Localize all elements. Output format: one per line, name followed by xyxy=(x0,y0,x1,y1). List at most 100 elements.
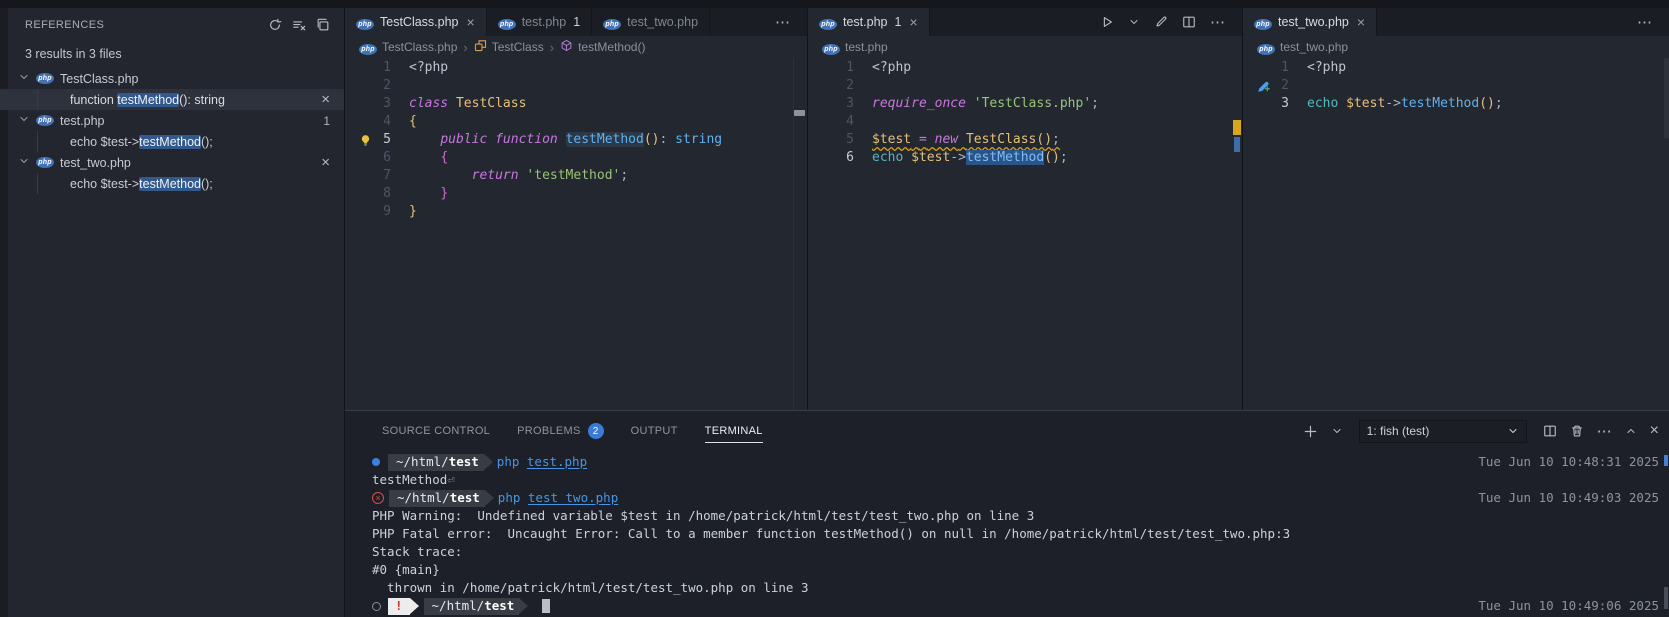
tree-chevron-icon[interactable] xyxy=(18,113,30,128)
terminal-select[interactable]: 1: fish (test) xyxy=(1358,419,1527,443)
tab-label: test_two.php xyxy=(627,15,699,29)
more-icon[interactable]: ⋯ xyxy=(1210,15,1225,30)
reference-text: echo $test->testMethod(); xyxy=(70,176,213,191)
lightbulb-icon[interactable] xyxy=(345,131,375,149)
glyph-margin xyxy=(345,95,375,113)
glyph-margin xyxy=(345,203,375,221)
reference-file-row[interactable]: php test_two.php × xyxy=(0,152,344,173)
reference-item-row[interactable]: function testMethod(): string × xyxy=(0,89,344,110)
panel-tab-source-control[interactable]: SOURCE CONTROL xyxy=(382,411,490,451)
file-name: test.php xyxy=(60,113,105,128)
glyph-margin xyxy=(808,59,838,77)
more-icon[interactable]: ⋯ xyxy=(1637,15,1652,30)
method-icon xyxy=(560,39,573,55)
terminal-toolbar: 1: fish (test) ⋯ × xyxy=(1303,419,1659,443)
terminal-select-value: 1: fish (test) xyxy=(1366,424,1430,438)
glyph-margin xyxy=(808,113,838,131)
reference-file-row[interactable]: php test.php 1 xyxy=(0,110,344,131)
close-icon[interactable]: × xyxy=(909,15,917,29)
open-editors-icon[interactable] xyxy=(316,18,330,32)
glyph-margin xyxy=(345,59,375,77)
breadcrumb-item[interactable]: TestClass xyxy=(474,39,544,55)
terminal-scrollbar[interactable] xyxy=(1664,587,1668,609)
timestamp: Tue Jun 10 10:49:06 2025 xyxy=(1478,598,1659,613)
prompt-pending-icon xyxy=(372,601,381,611)
more-icon[interactable]: ⋯ xyxy=(1597,424,1612,439)
chevron-down-icon[interactable] xyxy=(1331,425,1343,437)
close-icon[interactable]: × xyxy=(1650,423,1659,439)
code-line: 3 require_once 'TestClass.php'; xyxy=(808,95,1242,113)
tab-test_two-php[interactable]: php test_two.php × xyxy=(1243,8,1378,36)
breadcrumb-separator: › xyxy=(463,39,468,55)
tab-TestClass-php[interactable]: php TestClass.php × xyxy=(345,8,487,36)
reference-item-row[interactable]: echo $test->testMethod(); xyxy=(0,173,344,194)
exit-status-chip: ! xyxy=(388,597,418,615)
references-tree: php TestClass.php function testMethod(): s… xyxy=(0,68,344,194)
line-number: 4 xyxy=(383,114,391,129)
plus-icon[interactable] xyxy=(1303,424,1318,439)
split-editor-icon[interactable] xyxy=(1182,15,1196,29)
editor-scrollbar[interactable] xyxy=(1664,58,1669,138)
reference-file-row[interactable]: php TestClass.php xyxy=(0,68,344,89)
code-line: 5 $test = new TestClass(); xyxy=(808,131,1242,149)
line-number: 1 xyxy=(383,60,391,75)
tab-test_two-php[interactable]: php test_two.php xyxy=(592,8,711,36)
split-terminal-icon[interactable] xyxy=(1543,424,1557,438)
panel-tab-terminal[interactable]: TERMINAL xyxy=(704,411,763,451)
refresh-icon[interactable] xyxy=(268,18,282,32)
code-line: 2 xyxy=(1243,77,1669,95)
code-line: 1 <?php xyxy=(1243,59,1669,77)
panel-tab-label: PROBLEMS xyxy=(517,425,581,437)
line-number: 1 xyxy=(1281,60,1289,75)
breadcrumb-item[interactable]: php test_two.php xyxy=(1257,40,1348,55)
tree-chevron-icon[interactable] xyxy=(18,155,30,170)
command-failed-icon: × xyxy=(372,492,384,504)
panel-tab-output[interactable]: OUTPUT xyxy=(631,411,678,451)
glyph-margin xyxy=(345,77,375,95)
match-highlight: testMethod xyxy=(117,92,180,107)
tab-bar: php TestClass.php × php test.php 1 php test_two… xyxy=(345,8,807,36)
panel-tab-problems[interactable]: PROBLEMS 2 xyxy=(517,411,604,451)
tab-badge: 1 xyxy=(894,15,902,29)
chevron-up-icon[interactable] xyxy=(1625,425,1637,437)
code-editor[interactable]: 1 <?php 2 3 require_once 'TestClass.php'; 4 5 $… xyxy=(808,58,1242,410)
editor-group: php test.php 1 × ⋯ php test.php 1 <?php 2 3 require… xyxy=(807,8,1242,410)
code-line: 3 echo $test->testMethod(); xyxy=(1243,95,1669,113)
breadcrumb-label: TestClass.php xyxy=(382,40,458,54)
dismiss-icon[interactable]: × xyxy=(321,92,330,107)
code-editor[interactable]: 1 <?php 2 3 class TestClass 4{5 public functi… xyxy=(345,58,807,410)
breadcrumb-label: test_two.php xyxy=(1280,40,1349,54)
dismiss-icon[interactable]: × xyxy=(321,155,330,170)
breadcrumb-item[interactable]: testMethod() xyxy=(560,39,645,55)
tree-chevron-icon[interactable] xyxy=(18,71,30,86)
terminal-output-line: Stack trace: xyxy=(372,544,463,559)
more-icon[interactable]: ⋯ xyxy=(775,15,790,30)
copilot-suggestion-icon[interactable] xyxy=(1243,77,1273,95)
tab-test-php[interactable]: php test.php 1 × xyxy=(808,8,930,36)
trash-icon[interactable] xyxy=(1570,424,1584,438)
close-icon[interactable]: × xyxy=(467,15,475,29)
pencil-icon[interactable] xyxy=(1154,15,1168,29)
breadcrumb: php TestClass.php › TestClass › testMethod() xyxy=(345,36,807,58)
reference-item-row[interactable]: echo $test->testMethod(); xyxy=(0,131,344,152)
clear-all-icon[interactable] xyxy=(292,18,306,32)
tab-label: TestClass.php xyxy=(380,15,459,29)
indent-guide xyxy=(37,89,38,110)
run-icon[interactable] xyxy=(1100,15,1114,29)
line-number: 3 xyxy=(846,96,854,111)
command-text: php xyxy=(497,490,528,505)
php-icon: php xyxy=(1257,40,1275,55)
references-sidebar: REFERENCES 3 results in 3 files php TestC… xyxy=(0,8,345,617)
breadcrumb-item[interactable]: php test.php xyxy=(822,40,888,55)
code-line: 6 { xyxy=(345,149,807,167)
tab-test-php[interactable]: php test.php 1 xyxy=(487,8,593,36)
line-number: 3 xyxy=(383,96,391,111)
close-icon[interactable]: × xyxy=(1357,15,1365,29)
terminal[interactable]: ~/html/test php test.php Tue Jun 10 10:48:… xyxy=(345,451,1669,617)
php-icon: php xyxy=(819,15,837,30)
code-line: 2 xyxy=(808,77,1242,95)
php-icon: php xyxy=(603,15,622,30)
chevron-down-icon[interactable] xyxy=(1128,16,1140,28)
breadcrumb-item[interactable]: php TestClass.php xyxy=(359,40,457,55)
code-editor[interactable]: 1 <?php 2 3 echo $test->testMethod(); xyxy=(1243,58,1669,410)
